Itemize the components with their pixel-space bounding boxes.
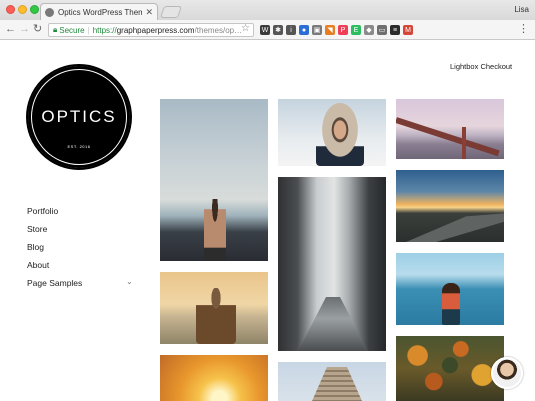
favicon-icon (45, 7, 54, 17)
photo-woman-scarf[interactable] (160, 272, 268, 344)
tab-title: Optics WordPress Theme | Gra (58, 7, 143, 17)
address-bar[interactable]: 🔒︎ Secure | https:// graphpaperpress.com… (48, 23, 254, 37)
evernote-ext-icon[interactable]: E (351, 25, 361, 35)
minimize-window-button[interactable] (18, 5, 27, 14)
wordpress-ext-icon[interactable]: W (260, 25, 270, 35)
forward-arrow-icon[interactable]: → (19, 23, 30, 36)
tab-close-icon[interactable]: ✕ (145, 7, 153, 17)
star-icon[interactable]: ☆ (241, 23, 250, 34)
photo-subject (196, 288, 236, 344)
maximize-window-button[interactable] (30, 5, 39, 14)
buffer-ext-icon[interactable]: ≡ (390, 25, 400, 35)
photo-mountain-road[interactable] (396, 170, 504, 242)
photo-sunset[interactable] (160, 355, 268, 401)
square-ext-icon[interactable]: ▣ (312, 25, 322, 35)
nav-item-portfolio[interactable]: Portfolio (27, 205, 82, 223)
new-tab-button[interactable] (160, 6, 182, 18)
photo-man-by-sea[interactable] (160, 99, 268, 261)
rss-ext-icon[interactable]: ◥ (325, 25, 335, 35)
nav-item-store[interactable]: Store (27, 223, 82, 241)
url-path: /themes/op… (194, 25, 243, 35)
pocket-ext-icon[interactable]: P (338, 25, 348, 35)
info-ext-icon[interactable]: i (286, 25, 296, 35)
chevron-down-icon[interactable]: ⌄ (126, 277, 133, 286)
page-content: OPTICS EST. 2016 Lightbox Checkout Portf… (0, 41, 535, 401)
secure-label: Secure (59, 25, 85, 35)
photo-building (312, 367, 362, 401)
url-scheme: https:// (92, 25, 117, 35)
photo-subject (204, 199, 226, 261)
photo-road (406, 213, 504, 242)
photo-misty-canyon[interactable] (278, 177, 386, 351)
onepassword-ext-icon[interactable]: ● (299, 25, 309, 35)
menu-icon[interactable]: ⋮ (518, 23, 529, 36)
logo-text: OPTICS (41, 107, 117, 126)
photo-golden-gate[interactable] (396, 99, 504, 159)
photo-subject (316, 99, 364, 166)
back-arrow-icon[interactable]: ← (5, 23, 16, 36)
extension-toolbar: W ✱ i ● ▣ ◥ P E ◆ ▭ ≡ M (260, 25, 413, 35)
gear-ext-icon[interactable]: ✱ (273, 25, 283, 35)
cast-ext-icon[interactable]: ▭ (377, 25, 387, 35)
reload-icon[interactable]: ↻ (33, 23, 42, 36)
site-logo[interactable]: OPTICS EST. 2016 (26, 64, 132, 170)
lock-icon: 🔒︎ (53, 25, 58, 34)
address-separator: | (87, 25, 90, 35)
gmail-ext-icon[interactable]: M (403, 25, 413, 35)
nav-item-blog[interactable]: Blog (27, 241, 82, 259)
nav-item-page-samples[interactable]: Page Samples (27, 277, 82, 295)
title-bar: Optics WordPress Theme | Gra ✕ Lisa (0, 0, 535, 20)
photo-autumn-forest[interactable] (396, 336, 504, 401)
profile-name[interactable]: Lisa (514, 5, 529, 14)
shield-ext-icon[interactable]: ◆ (364, 25, 374, 35)
chat-avatar[interactable] (491, 357, 523, 389)
logo-est: EST. 2016 (67, 144, 91, 149)
browser-toolbar: ← → ↻ 🔒︎ Secure | https:// graphpaperpre… (0, 20, 535, 40)
browser-tab[interactable]: Optics WordPress Theme | Gra ✕ (40, 3, 158, 20)
nav-item-about[interactable]: About (27, 259, 82, 277)
photo-canoe-lake[interactable] (396, 253, 504, 325)
photo-bridge (396, 117, 500, 157)
photo-river (298, 297, 368, 351)
lightbox-checkout-link[interactable]: Lightbox Checkout (450, 62, 512, 71)
photo-flatiron[interactable] (278, 362, 386, 401)
url-host: graphpaperpress.com (116, 25, 195, 35)
photo-subject (442, 283, 460, 325)
photo-fur-hood[interactable] (278, 99, 386, 166)
close-window-button[interactable] (6, 5, 15, 14)
main-nav: Portfolio Store Blog About Page Samples (27, 205, 82, 295)
photo-tower (462, 127, 466, 159)
